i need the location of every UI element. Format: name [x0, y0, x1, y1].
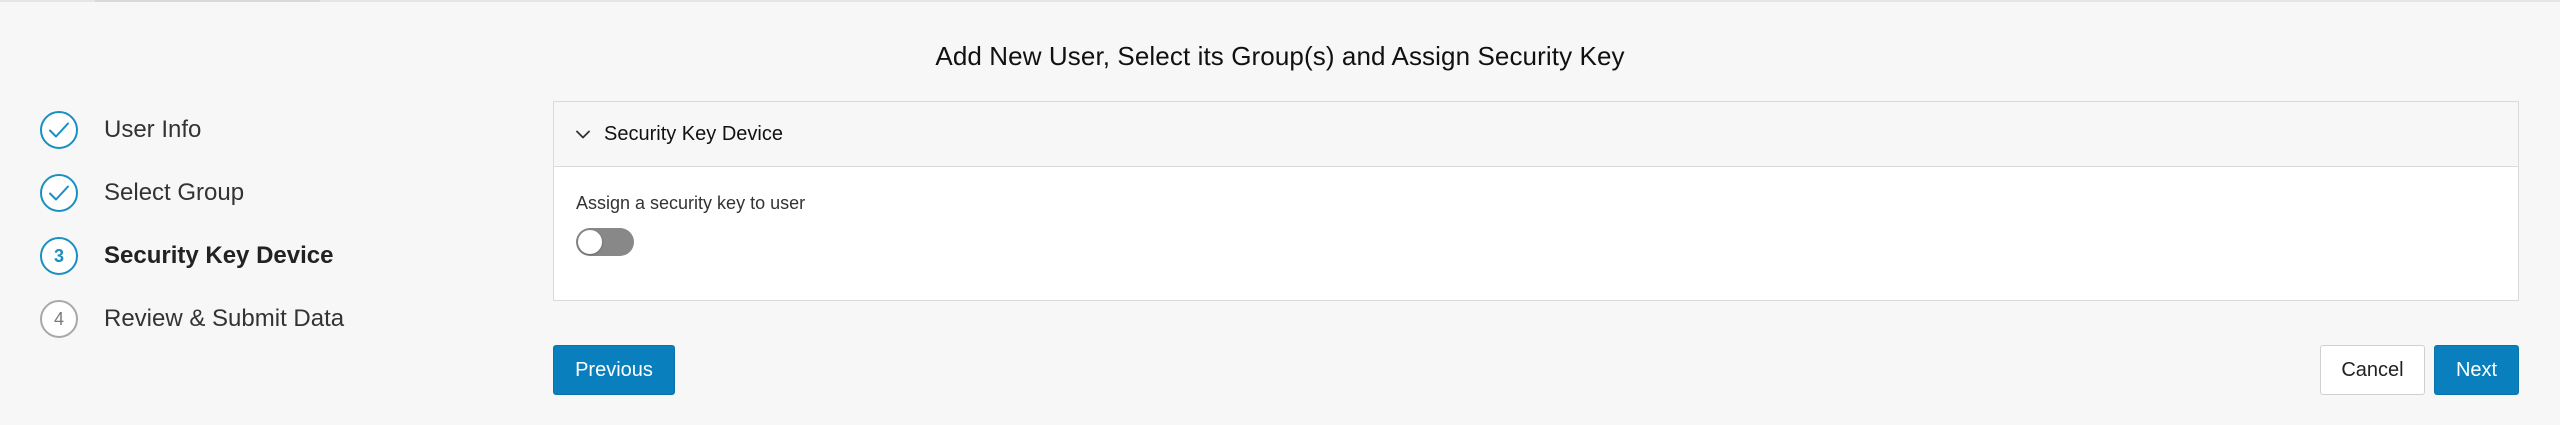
step-label: User Info: [104, 116, 202, 143]
step-security-key-device[interactable]: 3 Security Key Device: [40, 234, 333, 278]
security-key-panel: Security Key Device Assign a security ke…: [553, 101, 2519, 301]
step-completed-indicator: [40, 174, 78, 212]
assign-security-key-toggle[interactable]: [576, 228, 634, 256]
step-label: Select Group: [104, 179, 245, 206]
step-review-submit[interactable]: 4 Review & Submit Data: [40, 297, 344, 341]
step-label: Security Key Device: [104, 242, 334, 269]
panel-body: Assign a security key to user: [554, 167, 2518, 256]
panel-header[interactable]: Security Key Device: [554, 102, 2518, 167]
step-number: 3: [53, 245, 64, 266]
step-completed-indicator: [40, 111, 78, 149]
previous-button[interactable]: Previous: [553, 345, 675, 395]
check-icon: [49, 122, 69, 138]
top-border-accent: [95, 0, 320, 2]
step-user-info[interactable]: User Info: [40, 108, 201, 152]
cancel-button[interactable]: Cancel: [2320, 345, 2425, 395]
chevron-down-icon: [576, 130, 590, 138]
page-title: Add New User, Select its Group(s) and As…: [935, 41, 1625, 71]
step-active-indicator: 3: [40, 237, 78, 275]
top-border: [0, 0, 2560, 2]
step-number: 4: [53, 308, 64, 329]
step-select-group[interactable]: Select Group: [40, 171, 244, 215]
toggle-knob: [578, 230, 602, 254]
check-icon: [49, 185, 69, 201]
step-label: Review & Submit Data: [104, 305, 345, 332]
toggle-label: Assign a security key to user: [576, 193, 806, 213]
panel-title: Security Key Device: [604, 122, 783, 145]
step-pending-indicator: 4: [40, 300, 78, 338]
next-button[interactable]: Next: [2434, 345, 2519, 395]
